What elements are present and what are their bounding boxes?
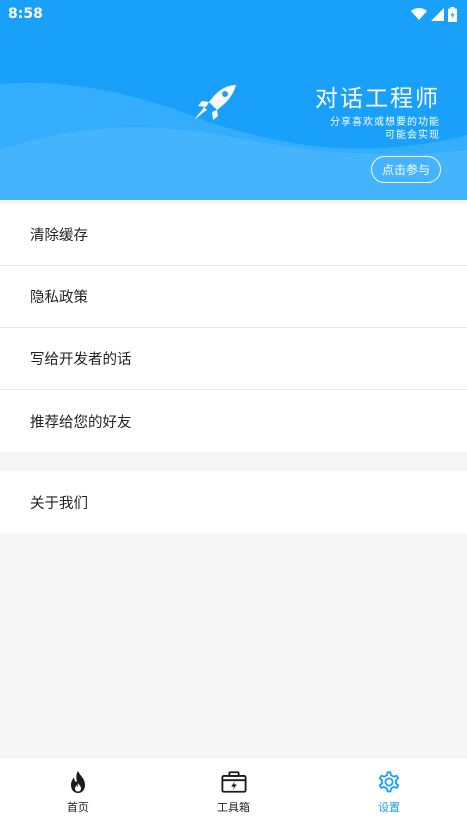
battery-icon bbox=[448, 6, 457, 22]
flame-icon bbox=[65, 769, 91, 795]
rocket-icon bbox=[195, 85, 236, 120]
privacy-policy-item[interactable]: 隐私政策 bbox=[0, 266, 467, 328]
header-banner: 8:58 对话工程师 分享喜欢或想要的功能 可能会实现 点击参与 bbox=[0, 0, 467, 200]
status-time: 8:58 bbox=[8, 6, 43, 22]
tab-home[interactable]: 首页 bbox=[0, 758, 156, 830]
join-button[interactable]: 点击参与 bbox=[371, 156, 441, 183]
banner-title: 对话工程师 bbox=[315, 86, 440, 112]
wifi-icon bbox=[411, 8, 427, 20]
status-bar: 8:58 bbox=[0, 0, 467, 28]
clear-cache-item[interactable]: 清除缓存 bbox=[0, 204, 467, 266]
toolbox-icon bbox=[220, 769, 247, 795]
about-us-item[interactable]: 关于我们 bbox=[0, 471, 467, 533]
settings-menu-group: 清除缓存 隐私政策 写给开发者的话 推荐给您的好友 bbox=[0, 204, 467, 452]
tab-toolbox[interactable]: 工具箱 bbox=[156, 758, 312, 830]
tab-settings-label: 设置 bbox=[378, 801, 401, 814]
banner-subtitle-line1: 分享喜欢或想要的功能 bbox=[330, 117, 440, 128]
tab-settings[interactable]: 设置 bbox=[311, 758, 467, 830]
status-icons bbox=[411, 6, 457, 22]
settings-screen: 8:58 对话工程师 分享喜欢或想要的功能 可能会实现 点击参与 清除缓存 隐私… bbox=[0, 0, 467, 830]
signal-icon bbox=[431, 7, 444, 21]
letter-to-developer-item[interactable]: 写给开发者的话 bbox=[0, 328, 467, 390]
tab-home-label: 首页 bbox=[66, 801, 89, 814]
banner-subtitle-line2: 可能会实现 bbox=[385, 130, 440, 141]
bottom-navigation: 首页 工具箱 设置 bbox=[0, 757, 467, 830]
about-menu-group: 关于我们 bbox=[0, 471, 467, 533]
recommend-to-friends-item[interactable]: 推荐给您的好友 bbox=[0, 390, 467, 452]
gear-icon bbox=[376, 769, 402, 795]
tab-toolbox-label: 工具箱 bbox=[217, 801, 250, 814]
banner-subtitle: 分享喜欢或想要的功能 可能会实现 bbox=[330, 116, 440, 142]
